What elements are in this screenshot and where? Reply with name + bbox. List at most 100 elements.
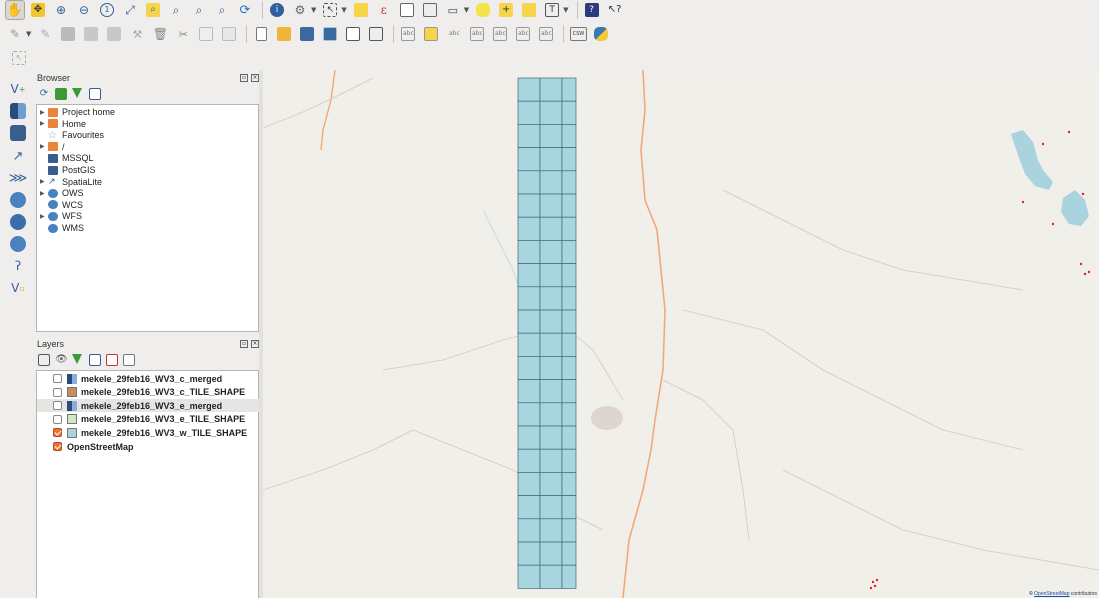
filter-legend-icon[interactable]	[72, 354, 82, 364]
close-icon[interactable]: ×	[251, 340, 259, 348]
browser-item[interactable]: ▶ Project home	[37, 106, 115, 118]
layer-visibility-checkbox[interactable]	[53, 401, 62, 411]
cut-icon[interactable]: ✂	[173, 24, 193, 44]
style-manager-icon[interactable]	[38, 354, 50, 366]
collapse-all-icon[interactable]	[89, 88, 101, 100]
layer-item[interactable]: mekele_29feb16_WV3_e_merged	[37, 399, 260, 413]
browser-item[interactable]: ▶ WFS	[37, 210, 82, 222]
browser-item[interactable]: PostGIS	[37, 164, 96, 176]
add-vector-layer-icon[interactable]: V +	[6, 78, 30, 100]
expression-select-icon[interactable]: ε	[374, 0, 394, 20]
statistics-icon[interactable]	[420, 0, 440, 20]
zoom-in-icon[interactable]: ⊕	[51, 0, 71, 20]
chevron-down-icon[interactable]: ▼	[464, 6, 469, 14]
print-composer-icon[interactable]	[343, 24, 363, 44]
move-label-icon[interactable]: abc	[490, 24, 510, 44]
collapse-all-icon[interactable]	[106, 354, 118, 366]
python-console-icon[interactable]	[591, 24, 611, 44]
attribution-link[interactable]: OpenStreetMap	[1034, 591, 1069, 597]
layer-visibility-checkbox[interactable]	[53, 414, 62, 424]
delete-icon[interactable]: 🗑	[150, 24, 170, 44]
expand-arrow-icon[interactable]: ▶	[40, 213, 48, 220]
copy-icon[interactable]	[196, 24, 216, 44]
browser-item[interactable]: ▶ ↗ SpatiaLite	[37, 176, 102, 188]
expand-arrow-icon[interactable]: ▶	[40, 143, 48, 150]
add-wms-layer-icon[interactable]	[6, 189, 30, 211]
add-mssql-layer-icon[interactable]: ⋙	[6, 167, 30, 189]
add-feature-icon[interactable]	[81, 24, 101, 44]
chevron-down-icon[interactable]: ▼	[563, 6, 568, 14]
save-project-icon[interactable]	[297, 24, 317, 44]
browser-item[interactable]: MSSQL	[37, 152, 94, 164]
zoom-full-icon[interactable]: ⤢	[120, 0, 140, 20]
layer-visibility-checkbox[interactable]	[53, 442, 62, 451]
move-feature-icon[interactable]	[104, 24, 124, 44]
add-wcs-layer-icon[interactable]	[6, 211, 30, 233]
layer-item[interactable]: mekele_29feb16_WV3_c_merged	[37, 372, 260, 385]
browser-item[interactable]: ▶ OWS	[37, 187, 84, 199]
layer-item[interactable]: mekele_29feb16_WV3_e_TILE_SHAPE	[37, 413, 260, 426]
new-bookmark-icon[interactable]: +	[496, 0, 516, 20]
composer-manager-icon[interactable]	[366, 24, 386, 44]
layer-visibility-checkbox[interactable]	[53, 387, 62, 397]
browser-item[interactable]: WMS	[37, 222, 84, 234]
layer-visibility-checkbox[interactable]	[53, 428, 62, 438]
visibility-icon[interactable]: 👁	[55, 354, 68, 366]
close-icon[interactable]: ×	[251, 74, 259, 82]
label-tool-icon[interactable]: abc	[398, 24, 418, 44]
help-icon[interactable]: ?	[582, 0, 602, 20]
attribute-table-icon[interactable]	[397, 0, 417, 20]
add-spatialite-layer-icon[interactable]: ↗	[6, 145, 30, 167]
whats-this-icon[interactable]: ↖?	[605, 0, 625, 20]
layer-visibility-checkbox[interactable]	[53, 374, 62, 383]
edit-pencil-icon[interactable]: ✎	[5, 24, 25, 44]
add-selected-layers-icon[interactable]	[55, 88, 67, 100]
chevron-down-icon[interactable]: ▼	[26, 30, 31, 38]
measure-line-icon[interactable]: ▭	[443, 0, 463, 20]
select-vertex-icon[interactable]: ↖	[9, 48, 29, 68]
new-shapefile-icon[interactable]: V ▫	[6, 277, 30, 299]
new-project-icon[interactable]	[251, 24, 271, 44]
undock-icon[interactable]: ▫	[240, 340, 248, 348]
zoom-to-selection-icon[interactable]: ⌕	[143, 0, 163, 20]
layer-item[interactable]: mekele_29feb16_WV3_c_TILE_SHAPE	[37, 386, 260, 399]
expand-all-icon[interactable]	[89, 354, 101, 366]
csw-button[interactable]: CSW	[568, 24, 588, 44]
expand-arrow-icon[interactable]: ▶	[40, 190, 48, 197]
pan-to-selection-icon[interactable]: ✥	[28, 0, 48, 20]
map-canvas[interactable]: © OpenStreetMap contributors	[263, 70, 1099, 598]
rotate-label-icon[interactable]: abc	[513, 24, 533, 44]
expand-arrow-icon[interactable]: ▶	[40, 120, 48, 127]
add-delimited-text-icon[interactable]: ʔ	[6, 255, 30, 277]
zoom-last-icon[interactable]: ⌕	[189, 0, 209, 20]
show-bookmarks-icon[interactable]	[519, 0, 539, 20]
chevron-down-icon[interactable]: ▼	[311, 6, 316, 14]
browser-item[interactable]: WCS	[37, 199, 83, 211]
browser-item[interactable]: ☆ Favourites	[37, 129, 104, 141]
add-wfs-layer-icon[interactable]	[6, 233, 30, 255]
measure-icon[interactable]: ⚙	[290, 0, 310, 20]
open-project-icon[interactable]	[274, 24, 294, 44]
undock-icon[interactable]: ▫	[240, 74, 248, 82]
add-raster-layer-icon[interactable]	[6, 100, 30, 122]
paste-icon[interactable]	[219, 24, 239, 44]
refresh-icon[interactable]: ⟳	[38, 88, 50, 100]
layer-item[interactable]: OpenStreetMap	[37, 440, 260, 453]
pin-labels-icon[interactable]: abc	[444, 24, 464, 44]
zoom-to-layer-icon[interactable]: ⌕	[166, 0, 186, 20]
change-label-icon[interactable]: abc	[536, 24, 556, 44]
filter-icon[interactable]	[72, 88, 82, 98]
map-tips-icon[interactable]	[473, 0, 493, 20]
layer-item[interactable]: mekele_29feb16_WV3_w_TILE_SHAPE	[37, 426, 260, 439]
chevron-down-icon[interactable]: ▼	[341, 6, 346, 14]
toggle-editing-icon[interactable]: ✎	[35, 24, 55, 44]
zoom-next-icon[interactable]: ⌕	[212, 0, 232, 20]
identify-icon[interactable]: i	[267, 0, 287, 20]
save-as-icon[interactable]	[320, 24, 340, 44]
show-hide-labels-icon[interactable]: abc	[467, 24, 487, 44]
expand-arrow-icon[interactable]: ▶	[40, 109, 48, 116]
add-postgis-layer-icon[interactable]	[6, 122, 30, 144]
pan-map-icon[interactable]: ✋	[5, 0, 25, 20]
browser-item[interactable]: ▶ Home	[37, 118, 86, 130]
select-features-icon[interactable]: ↖	[320, 0, 340, 20]
